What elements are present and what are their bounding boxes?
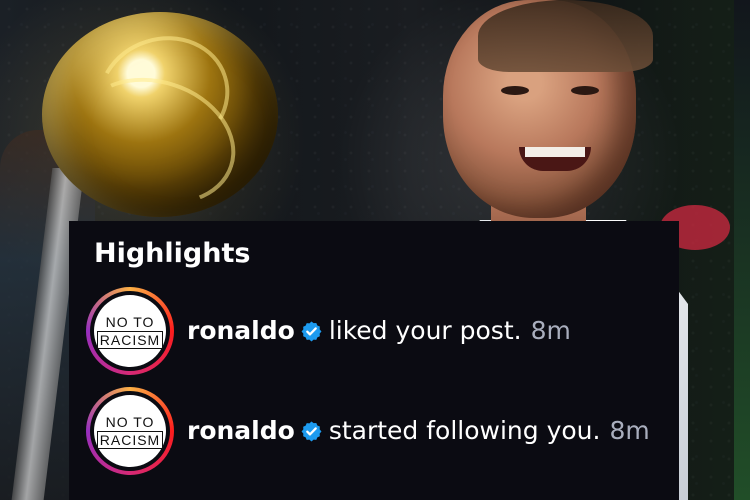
logo-text-racism: RACISM	[96, 430, 164, 449]
golden-trophy	[42, 12, 278, 217]
logo-text-no-to: NO TO	[105, 413, 155, 430]
profile-avatar[interactable]: NO TO RACISM	[90, 391, 170, 471]
no-to-racism-logo: NO TO RACISM	[94, 295, 166, 367]
notification-time: 8m	[530, 316, 571, 345]
username-link[interactable]: ronaldo	[187, 315, 295, 347]
player-head	[443, 0, 653, 218]
player-left-eye	[501, 86, 529, 95]
player-hair	[478, 0, 653, 72]
notification-action: liked your post.	[328, 316, 522, 345]
notification-text: ronaldo liked your post. 8m	[187, 315, 571, 347]
player-smile	[519, 147, 591, 171]
logo-text-racism: RACISM	[96, 330, 164, 349]
screenshot-stage: Highlights NO TO RACISM ronaldo liked yo…	[0, 0, 750, 500]
username-link[interactable]: ronaldo	[187, 415, 295, 447]
right-photo-edge	[734, 0, 750, 500]
logo-text-no-to: NO TO	[105, 313, 155, 330]
notification-time: 8m	[609, 416, 650, 445]
story-ring-avatar[interactable]: NO TO RACISM	[86, 387, 174, 475]
notification-row-started-following[interactable]: NO TO RACISM ronaldo started following y…	[86, 381, 654, 481]
story-ring-avatar[interactable]: NO TO RACISM	[86, 287, 174, 375]
no-to-racism-logo: NO TO RACISM	[94, 395, 166, 467]
highlights-panel: Highlights NO TO RACISM ronaldo liked yo…	[69, 221, 679, 500]
notification-action: started following you.	[328, 416, 601, 445]
player-right-eye	[571, 86, 599, 95]
verified-badge-icon	[301, 421, 322, 441]
highlights-title: Highlights	[94, 238, 251, 269]
profile-avatar[interactable]: NO TO RACISM	[90, 291, 170, 371]
notification-row-liked-post[interactable]: NO TO RACISM ronaldo liked your post. 8m	[86, 281, 654, 381]
verified-badge-icon	[301, 321, 322, 341]
notification-text: ronaldo started following you. 8m	[187, 415, 650, 447]
